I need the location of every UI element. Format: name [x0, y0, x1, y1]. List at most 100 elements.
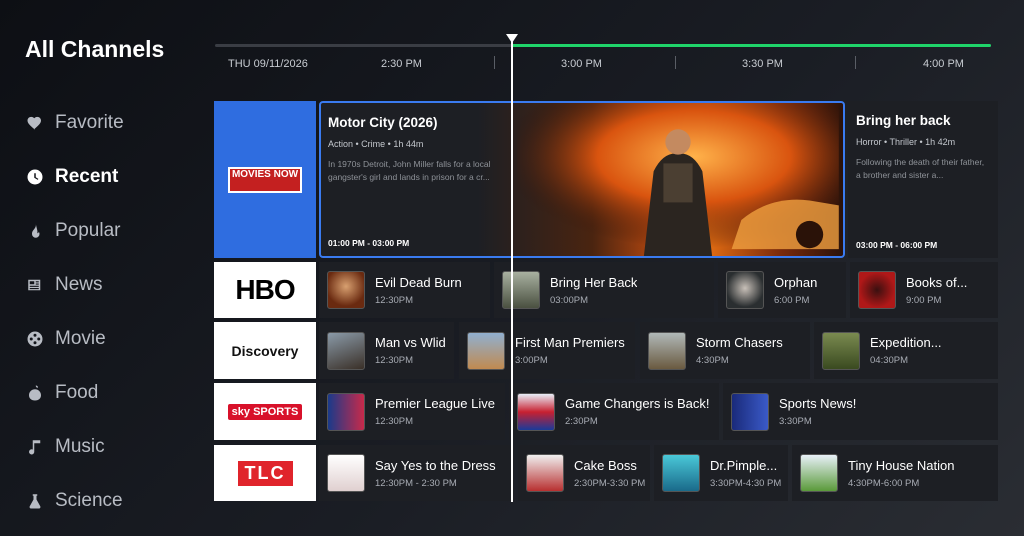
timeline-ruler[interactable]: THU 09/11/2026 2:30 PM 3:00 PM 3:30 PM 4… — [215, 40, 991, 80]
channel-logo-movies-now[interactable]: MOVIES NOW — [214, 101, 316, 258]
next-program-title: Bring her back — [856, 113, 951, 128]
program-cell[interactable]: First Man Premiers 3:00PM — [459, 322, 635, 379]
program-cell[interactable]: Man vs Wlid 12:30PM — [319, 322, 454, 379]
playhead-line — [511, 36, 513, 502]
timeline-time-label: 4:00 PM — [923, 58, 964, 70]
program-title: Say Yes to the Dress — [375, 457, 496, 473]
channel-logo-discovery[interactable]: Discovery — [214, 322, 316, 379]
program-cell[interactable]: Storm Chasers 4:30PM — [640, 322, 810, 379]
featured-program-card[interactable]: Motor City (2026) Action • Crime • 1h 44… — [319, 101, 845, 258]
sidebar-item-label: News — [55, 274, 103, 295]
program-cell[interactable]: Orphan 6:00 PM — [718, 262, 846, 318]
program-title: Books of... — [906, 274, 968, 290]
program-title: Game Changers is Back! — [565, 396, 710, 411]
program-title: Sports News! — [779, 396, 857, 411]
timeline-separator — [855, 56, 856, 69]
channel-logo-hbo[interactable]: HBO — [214, 262, 316, 318]
sidebar-item-favorite[interactable]: Favorite — [25, 96, 205, 150]
program-title: Dr.Pimple... — [710, 457, 778, 473]
timeline-time-label: 3:30 PM — [742, 58, 783, 70]
program-cell[interactable]: Books of... 9:00 PM — [850, 262, 998, 318]
program-thumbnail — [800, 454, 838, 492]
program-thumbnail — [327, 271, 365, 309]
heart-icon — [25, 113, 45, 133]
channel-logo-tlc[interactable]: TLC — [214, 445, 316, 501]
featured-time: 01:00 PM - 03:00 PM — [328, 238, 410, 248]
program-title: Tiny House Nation — [848, 457, 955, 473]
program-time: 3:30PM — [779, 416, 812, 427]
program-cell[interactable]: Bring Her Back 03:00PM — [494, 262, 714, 318]
featured-meta: Action • Crime • 1h 44m — [328, 139, 424, 149]
program-cell[interactable]: Expedition... 04:30PM — [814, 322, 998, 379]
next-program-time: 03:00 PM - 06:00 PM — [856, 240, 938, 250]
timeline-separator — [675, 56, 676, 69]
program-title: First Man Premiers — [515, 335, 625, 350]
program-title: Evil Dead Burn — [375, 274, 462, 290]
science-icon — [25, 491, 45, 511]
next-program-description: Following the death of their father, a b… — [856, 157, 985, 180]
program-cell[interactable]: Dr.Pimple... 3:30PM-4:30 PM — [654, 445, 788, 501]
program-title: Storm Chasers — [696, 335, 783, 350]
sidebar-item-recent[interactable]: Recent — [25, 150, 205, 204]
program-thumbnail — [858, 271, 896, 309]
program-thumbnail — [526, 454, 564, 492]
timeline-date: THU 09/11/2026 — [228, 58, 308, 70]
program-thumbnail — [327, 454, 365, 492]
program-thumbnail — [502, 271, 540, 309]
program-thumbnail — [648, 331, 686, 370]
program-time: 4:30PM — [696, 355, 729, 366]
program-thumbnail — [731, 392, 769, 431]
program-time: 03:00PM — [550, 294, 589, 306]
sidebar-item-science[interactable]: Science — [25, 474, 205, 528]
program-title: Expedition... — [870, 335, 942, 350]
sidebar-item-label: Popular — [55, 220, 121, 241]
program-thumbnail — [726, 271, 764, 309]
program-time: 04:30PM — [870, 355, 909, 366]
sidebar-item-label: Movie — [55, 328, 106, 349]
program-time: 6:00 PM — [774, 294, 810, 306]
program-cell[interactable]: Say Yes to the Dress 12:30PM - 2:30 PM — [319, 445, 514, 501]
next-program-card[interactable]: Bring her back Horror • Thriller • 1h 42… — [848, 101, 998, 258]
movie-poster-image — [517, 103, 839, 256]
program-title: Cake Boss — [574, 457, 637, 473]
program-title: Premier League Live — [375, 396, 495, 411]
program-time: 4:30PM-6:00 PM — [848, 477, 920, 489]
category-sidebar: Favorite Recent Popular News Movie Food … — [25, 96, 205, 528]
program-time: 12:30PM — [375, 294, 414, 306]
sidebar-item-label: Recent — [55, 166, 119, 187]
sidebar-item-label: Food — [55, 382, 99, 403]
program-title: Orphan — [774, 274, 818, 290]
sky-sports-logo: sky SPORTS — [227, 403, 303, 420]
program-cell[interactable]: Evil Dead Burn 12:30PM — [319, 262, 490, 318]
program-cell[interactable]: Game Changers is Back! 2:30PM — [509, 383, 719, 440]
playhead-marker-icon[interactable] — [506, 34, 518, 43]
music-note-icon — [25, 437, 45, 457]
program-cell[interactable]: Sports News! 3:30PM — [723, 383, 998, 440]
program-time: 2:30PM — [565, 416, 598, 427]
sidebar-item-news[interactable]: News — [25, 258, 205, 312]
program-thumbnail — [327, 392, 365, 431]
program-cell[interactable]: Premier League Live 12:30PM — [319, 383, 505, 440]
program-thumbnail — [467, 331, 505, 370]
discovery-logo: Discovery — [231, 342, 299, 359]
sidebar-item-label: Favorite — [55, 112, 124, 133]
program-thumbnail — [517, 392, 555, 431]
sidebar-item-label: Music — [55, 436, 105, 457]
sidebar-item-food[interactable]: Food — [25, 366, 205, 420]
program-title: Bring Her Back — [550, 274, 638, 290]
program-time: 12:30PM - 2:30 PM — [375, 477, 457, 489]
program-cell[interactable]: Tiny House Nation 4:30PM-6:00 PM — [792, 445, 998, 501]
sidebar-item-music[interactable]: Music — [25, 420, 205, 474]
program-thumbnail — [327, 331, 365, 370]
hbo-logo: HBO — [235, 274, 295, 305]
featured-title: Motor City (2026) — [328, 115, 438, 130]
channel-logo-sky-sports[interactable]: sky SPORTS — [214, 383, 316, 440]
sidebar-item-popular[interactable]: Popular — [25, 204, 205, 258]
sidebar-item-movie[interactable]: Movie — [25, 312, 205, 366]
flame-icon — [25, 221, 45, 241]
timeline-time-label: 3:00 PM — [561, 58, 602, 70]
next-program-meta: Horror • Thriller • 1h 42m — [856, 137, 956, 147]
program-cell[interactable]: Cake Boss 2:30PM-3:30 PM — [518, 445, 650, 501]
program-time: 3:30PM-4:30 PM — [710, 477, 782, 489]
timeline-separator — [494, 56, 495, 69]
